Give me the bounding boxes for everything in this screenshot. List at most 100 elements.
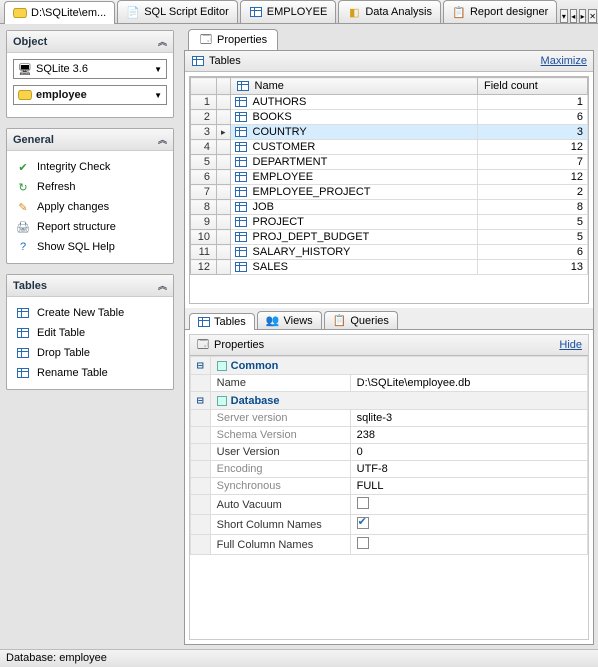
property-value[interactable]: 0 bbox=[350, 444, 587, 461]
subtab-views[interactable]: 👥Views bbox=[257, 311, 322, 329]
table-row[interactable]: 9 PROJECT 5 bbox=[191, 215, 588, 230]
property-row[interactable]: Schema Version238 bbox=[191, 427, 588, 444]
expand-icon[interactable]: ⊟ bbox=[191, 392, 211, 410]
cell-count: 2 bbox=[478, 185, 588, 200]
content-tab-properties[interactable]: 🗔 Properties bbox=[188, 29, 278, 50]
property-row[interactable]: Short Column Names bbox=[191, 515, 588, 535]
table-row[interactable]: 3 ▸ COUNTRY 3 bbox=[191, 125, 588, 140]
row-number: 8 bbox=[191, 200, 217, 215]
col-head-marker[interactable] bbox=[217, 78, 231, 95]
row-marker bbox=[217, 260, 231, 275]
tab-close-button[interactable]: ✕ bbox=[588, 9, 597, 23]
table-icon bbox=[235, 262, 247, 272]
table-action[interactable]: Drop Table bbox=[13, 343, 167, 363]
row-number: 1 bbox=[191, 95, 217, 110]
property-row[interactable]: SynchronousFULL bbox=[191, 478, 588, 495]
spacer bbox=[191, 461, 211, 478]
tab-database-file[interactable]: D:\SQLite\em... bbox=[4, 1, 115, 24]
property-value[interactable]: UTF-8 bbox=[350, 461, 587, 478]
table-row[interactable]: 10 PROJ_DEPT_BUDGET 5 bbox=[191, 230, 588, 245]
property-row[interactable]: User Version0 bbox=[191, 444, 588, 461]
table-icon bbox=[235, 247, 247, 257]
table-row[interactable]: 11 SALARY_HISTORY 6 bbox=[191, 245, 588, 260]
properties-title: Properties bbox=[214, 339, 264, 351]
property-row[interactable]: Auto Vacuum bbox=[191, 495, 588, 515]
checkbox[interactable] bbox=[357, 497, 369, 509]
tab-dropdown-button[interactable]: ▾ bbox=[560, 9, 567, 23]
tab-scroll-right-button[interactable]: ▸ bbox=[579, 9, 586, 23]
spacer bbox=[191, 427, 211, 444]
general-action[interactable]: ?Show SQL Help bbox=[13, 237, 167, 257]
table-row[interactable]: 7 EMPLOYEE_PROJECT 2 bbox=[191, 185, 588, 200]
subtab-tables[interactable]: Tables bbox=[189, 313, 255, 330]
tab-report-designer[interactable]: 📋 Report designer bbox=[443, 0, 557, 23]
panel-object: Object ︽ 🖥 SQLite 3.6 ▼ employee ▼ bbox=[6, 30, 174, 118]
property-row[interactable]: Full Column Names bbox=[191, 535, 588, 555]
property-value[interactable] bbox=[350, 495, 587, 515]
maximize-link[interactable]: Maximize bbox=[541, 55, 587, 67]
property-key: Server version bbox=[210, 410, 350, 427]
tab-employee[interactable]: EMPLOYEE bbox=[240, 0, 337, 23]
cell-count: 12 bbox=[478, 140, 588, 155]
table-action[interactable]: Edit Table bbox=[13, 323, 167, 343]
engine-selector[interactable]: 🖥 SQLite 3.6 ▼ bbox=[13, 59, 167, 79]
cell-count: 1 bbox=[478, 95, 588, 110]
tab-sql-editor[interactable]: 📄 SQL Script Editor bbox=[117, 0, 238, 23]
cell-count: 3 bbox=[478, 125, 588, 140]
property-group[interactable]: ⊟Database bbox=[191, 392, 588, 410]
tables-grid[interactable]: Name Field count 1 AUTHORS 12 BOOKS 63 ▸… bbox=[189, 76, 589, 304]
table-action[interactable]: Rename Table bbox=[13, 363, 167, 383]
property-group[interactable]: ⊟Common bbox=[191, 357, 588, 375]
col-head-count[interactable]: Field count bbox=[478, 78, 588, 95]
queries-icon: 📋 bbox=[333, 314, 347, 327]
table-action[interactable]: Create New Table bbox=[13, 303, 167, 323]
table-row[interactable]: 5 DEPARTMENT 7 bbox=[191, 155, 588, 170]
property-value[interactable]: D:\SQLite\employee.db bbox=[350, 375, 587, 392]
panel-header-general[interactable]: General ︽ bbox=[7, 129, 173, 151]
section-title: Tables bbox=[209, 55, 241, 67]
general-action[interactable]: ✔Integrity Check bbox=[13, 157, 167, 177]
table-row[interactable]: 1 AUTHORS 1 bbox=[191, 95, 588, 110]
property-value[interactable]: 238 bbox=[350, 427, 587, 444]
spacer bbox=[191, 410, 211, 427]
views-icon: 👥 bbox=[266, 314, 280, 327]
tables-section-header: Tables Maximize bbox=[185, 51, 593, 72]
row-number: 4 bbox=[191, 140, 217, 155]
checkbox[interactable] bbox=[357, 517, 369, 529]
table-row[interactable]: 8 JOB 8 bbox=[191, 200, 588, 215]
database-selector[interactable]: employee ▼ bbox=[13, 85, 167, 105]
col-head-name[interactable]: Name bbox=[230, 78, 477, 95]
property-key: Encoding bbox=[210, 461, 350, 478]
general-action[interactable]: 🖨Report structure bbox=[13, 217, 167, 237]
panel-header-object[interactable]: Object ︽ bbox=[7, 31, 173, 53]
general-action[interactable]: ↻Refresh bbox=[13, 177, 167, 197]
table-icon bbox=[15, 306, 31, 320]
content-area: 🗔 Properties Tables Maximize Name Field … bbox=[180, 24, 598, 649]
property-row[interactable]: EncodingUTF-8 bbox=[191, 461, 588, 478]
property-value[interactable]: sqlite-3 bbox=[350, 410, 587, 427]
property-row[interactable]: Server versionsqlite-3 bbox=[191, 410, 588, 427]
hide-link[interactable]: Hide bbox=[559, 339, 582, 351]
subtab-queries[interactable]: 📋Queries bbox=[324, 311, 398, 329]
checkbox[interactable] bbox=[357, 537, 369, 549]
row-marker: ▸ bbox=[217, 125, 231, 140]
tab-scroll-left-button[interactable]: ◂ bbox=[570, 9, 577, 23]
property-value[interactable]: FULL bbox=[350, 478, 587, 495]
general-action[interactable]: ✎Apply changes bbox=[13, 197, 167, 217]
database-icon bbox=[18, 88, 32, 102]
table-row[interactable]: 12 SALES 13 bbox=[191, 260, 588, 275]
panel-header-tables[interactable]: Tables ︽ bbox=[7, 275, 173, 297]
property-key: Schema Version bbox=[210, 427, 350, 444]
table-icon bbox=[237, 81, 249, 91]
property-value[interactable] bbox=[350, 515, 587, 535]
col-head-rownum[interactable] bbox=[191, 78, 217, 95]
expand-icon[interactable]: ⊟ bbox=[191, 357, 211, 375]
table-row[interactable]: 4 CUSTOMER 12 bbox=[191, 140, 588, 155]
panel-general: General ︽ ✔Integrity Check↻Refresh✎Apply… bbox=[6, 128, 174, 264]
property-row[interactable]: NameD:\SQLite\employee.db bbox=[191, 375, 588, 392]
property-value[interactable] bbox=[350, 535, 587, 555]
action-icon: ↻ bbox=[15, 180, 31, 194]
table-row[interactable]: 6 EMPLOYEE 12 bbox=[191, 170, 588, 185]
table-row[interactable]: 2 BOOKS 6 bbox=[191, 110, 588, 125]
tab-data-analysis[interactable]: ◧ Data Analysis bbox=[338, 0, 441, 23]
